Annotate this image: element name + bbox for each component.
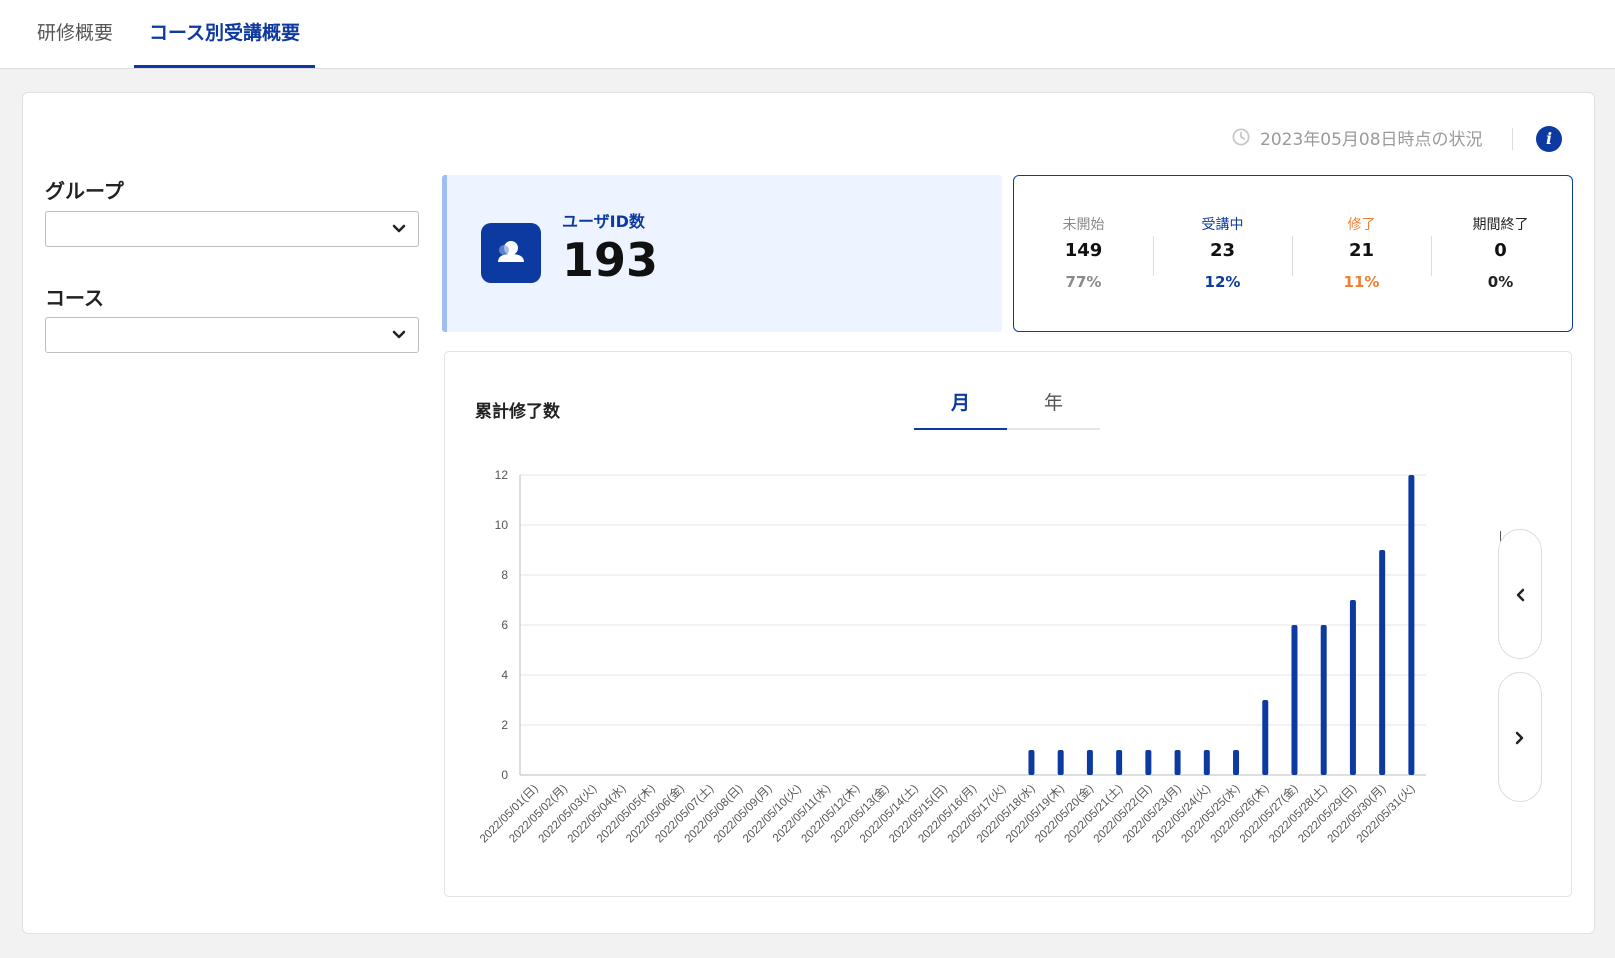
stat-percent: 12% (1204, 273, 1241, 291)
bar (1320, 625, 1327, 775)
status-line: 2023年05月08日時点の状況 (1232, 125, 1483, 150)
y-tick-label: 4 (501, 668, 508, 682)
bar (1408, 475, 1415, 775)
stat-completed: 修了 21 11% (1292, 176, 1431, 333)
clock-icon (1232, 128, 1250, 146)
chevron-down-icon (392, 330, 406, 339)
y-tick-label: 6 (501, 618, 508, 632)
user-count-label: ユーザID数 (562, 212, 645, 231)
y-tick-label: 8 (501, 568, 508, 582)
bar (1057, 750, 1064, 775)
info-icon[interactable]: i (1536, 126, 1562, 152)
stat-label: 未開始 (1062, 217, 1105, 233)
y-tick-label: 10 (495, 518, 509, 532)
chevron-left-icon (1516, 588, 1525, 602)
cumulative-completion-chart: 0246810122022/05/01(日)2022/05/02(月)2022/… (478, 468, 1426, 845)
bar (1116, 750, 1123, 775)
y-tick-label: 2 (501, 718, 508, 732)
course-select[interactable] (45, 317, 419, 353)
y-tick-label: 12 (495, 468, 509, 482)
stat-label: 修了 (1347, 217, 1376, 233)
stat-value: 149 (1064, 240, 1103, 261)
y-tick-label: 0 (501, 768, 508, 782)
bar (1203, 750, 1210, 775)
next-button[interactable] (1498, 672, 1542, 802)
user-count-value: 193 (562, 233, 659, 287)
stat-percent: 0% (1487, 273, 1514, 291)
tab-training-overview[interactable]: 研修概要 (20, 0, 130, 68)
group-label: グループ (45, 179, 124, 203)
stat-not-started: 未開始 149 77% (1014, 176, 1153, 333)
bar (1349, 600, 1356, 775)
top-tab-bar: 研修概要 コース別受講概要 (0, 0, 1615, 69)
status-stats-card: 未開始 149 77% 受講中 23 12% 修了 21 11% 期間終了 0 … (1013, 175, 1573, 332)
bar (1262, 700, 1269, 775)
stat-percent: 77% (1065, 273, 1102, 291)
bar (1291, 625, 1298, 775)
divider (1512, 128, 1513, 150)
stat-label: 受講中 (1201, 217, 1244, 233)
stat-label: 期間終了 (1472, 217, 1529, 233)
stat-value: 23 (1209, 240, 1236, 261)
group-select[interactable] (45, 211, 419, 247)
stat-expired: 期間終了 0 0% (1431, 176, 1570, 333)
user-icon (481, 223, 541, 283)
tab-year[interactable]: 年 (1007, 388, 1100, 430)
bar (1028, 750, 1035, 775)
stat-value: 21 (1348, 240, 1375, 261)
chevron-down-icon (392, 224, 406, 233)
bar (1086, 750, 1093, 775)
chevron-right-icon (1515, 731, 1524, 745)
bar (1145, 750, 1152, 775)
chart-title: 累計修了数 (475, 402, 560, 422)
course-label: コース (45, 286, 104, 310)
tab-month[interactable]: 月 (914, 388, 1007, 430)
user-count-card: ユーザID数 193 (442, 175, 1002, 332)
stat-in-progress: 受講中 23 12% (1153, 176, 1292, 333)
tab-course-overview[interactable]: コース別受講概要 (134, 0, 315, 68)
status-text: 2023年05月08日時点の状況 (1260, 129, 1483, 150)
stat-percent: 11% (1343, 273, 1380, 291)
stat-value: 0 (1494, 240, 1507, 261)
bar (1379, 550, 1386, 775)
bar (1233, 750, 1240, 775)
bar (1174, 750, 1181, 775)
prev-button[interactable] (1498, 529, 1542, 659)
